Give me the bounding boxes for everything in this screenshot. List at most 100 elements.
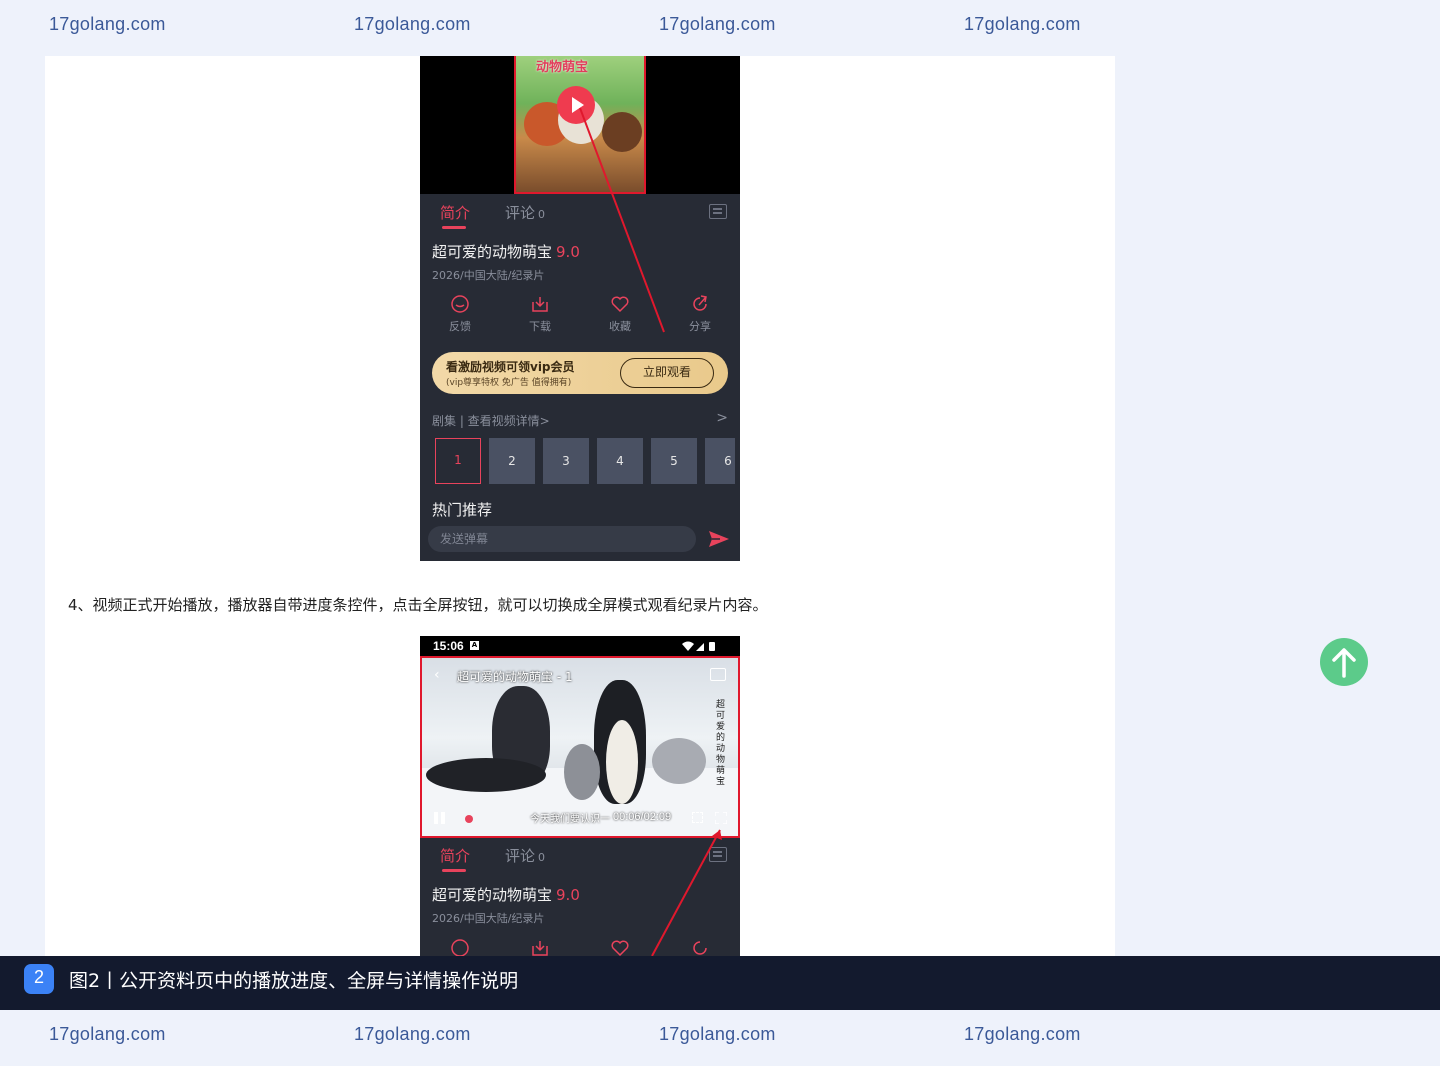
comments-count: 0 [538, 851, 546, 864]
arrow-up-icon [1332, 648, 1356, 678]
tab-comments-label: 评论 [505, 204, 536, 222]
back-to-top-button[interactable] [1320, 638, 1368, 686]
figure-caption: 图2丨公开资料页中的播放进度、全屏与详情操作说明 [69, 970, 519, 992]
episode-item[interactable]: 5 [651, 438, 697, 484]
player-title: 超可爱的动物萌宝 - 1 [457, 670, 573, 684]
penguin-chick-image [564, 744, 600, 800]
episode-item[interactable]: 6 [705, 438, 735, 484]
watermark-bar-bottom: 17golang.com 17golang.com 17golang.com 1… [0, 1010, 1440, 1066]
download-icon [532, 297, 548, 312]
heart-icon [611, 940, 629, 956]
figure-caption-bar: 2 图2丨公开资料页中的播放进度、全屏与详情操作说明 [0, 956, 1440, 1010]
rotate-icon[interactable] [692, 812, 703, 823]
download-button[interactable]: 下载 [510, 294, 570, 334]
message-icon[interactable] [709, 204, 727, 219]
detail-tabs: 简介 评论 0 [420, 839, 740, 873]
article-content: 动物萌宝 简介 评论 0 超可爱的动物萌宝 9.0 2026/中国大陆/纪录片 反馈 [45, 56, 1115, 956]
watermark-text: 17golang.com [49, 1024, 166, 1044]
vip-banner[interactable]: 看激励视频可领vip会员 (vip尊享特权 免广告 值得拥有) 立即观看 [432, 352, 728, 394]
tab-intro[interactable]: 简介 [440, 845, 470, 872]
bear-cub-image [602, 112, 642, 152]
download-label: 下载 [529, 320, 551, 333]
status-bar: 15:06 A [420, 636, 740, 656]
watch-now-button[interactable]: 立即观看 [620, 358, 714, 388]
app-screenshot-detail: 动物萌宝 简介 评论 0 超可爱的动物萌宝 9.0 2026/中国大陆/纪录片 反馈 [420, 56, 740, 561]
play-button[interactable] [557, 86, 595, 124]
action-row [420, 938, 740, 956]
episode-item[interactable]: 2 [489, 438, 535, 484]
vip-subtitle: (vip尊享特权 免广告 值得拥有) [446, 378, 572, 388]
app-screenshot-playing: 15:06 A ‹ 超可爱的动物萌宝 - 1 超可爱的动物萌宝 今天我们要认识一… [420, 636, 740, 956]
send-icon[interactable] [708, 530, 730, 548]
status-badge: A [470, 641, 479, 650]
detail-tabs: 简介 评论 0 [420, 196, 740, 230]
share-label: 分享 [689, 320, 711, 333]
share-icon [693, 295, 707, 311]
score: 9.0 [556, 886, 580, 904]
favorite-label: 收藏 [609, 320, 631, 333]
episodes-header[interactable]: 剧集 | 查看视频详情> [432, 412, 550, 429]
share-icon [693, 941, 707, 955]
tab-comments-label: 评论 [505, 847, 536, 865]
watermark-text: 17golang.com [354, 1024, 471, 1044]
tab-intro[interactable]: 简介 [440, 202, 470, 229]
video-meta: 2026/中国大陆/纪录片 [432, 269, 545, 282]
cast-icon[interactable] [710, 668, 726, 681]
heart-icon [611, 296, 629, 313]
video-title: 超可爱的动物萌宝 [432, 886, 553, 904]
feedback-icon [451, 939, 469, 956]
vertical-watermark: 超可爱的动物萌宝 [716, 700, 726, 787]
subtitle-text: 今天我们要认识一 [530, 814, 610, 825]
feedback-button[interactable] [430, 938, 490, 956]
video-player[interactable]: 动物萌宝 [420, 56, 740, 194]
share-button[interactable] [670, 938, 730, 956]
tab-comments[interactable]: 评论 0 [505, 845, 545, 866]
back-icon[interactable]: ‹ [434, 667, 440, 683]
feedback-button[interactable]: 反馈 [430, 294, 490, 334]
share-button[interactable]: 分享 [670, 294, 730, 334]
figure-number-badge: 2 [24, 964, 54, 994]
watermark-text: 17golang.com [964, 1024, 1081, 1044]
episode-item[interactable]: 4 [597, 438, 643, 484]
watermark-text: 17golang.com [659, 14, 776, 34]
signal-battery-icon [682, 641, 715, 651]
episodes-arrow[interactable]: > [716, 410, 728, 426]
watermark-text: 17golang.com [659, 1024, 776, 1044]
episode-list: 1 2 3 4 5 6 [435, 438, 735, 484]
video-meta: 2026/中国大陆/纪录片 [432, 912, 545, 925]
pause-icon[interactable] [434, 812, 446, 824]
favorite-button[interactable]: 收藏 [590, 294, 650, 334]
poster-title: 动物萌宝 [536, 60, 589, 75]
penguin-belly [606, 720, 638, 804]
video-title-line: 超可爱的动物萌宝 9.0 [432, 884, 580, 905]
episode-item[interactable]: 3 [543, 438, 589, 484]
video-title: 超可爱的动物萌宝 [432, 243, 553, 261]
step-instruction: 4、视频正式开始播放，播放器自带进度条控件，点击全屏按钮，就可以切换成全屏模式观… [68, 596, 768, 614]
video-poster[interactable]: 动物萌宝 [514, 56, 646, 194]
watermark-text: 17golang.com [49, 14, 166, 34]
hot-recommend-title: 热门推荐 [432, 501, 493, 519]
score: 9.0 [556, 243, 580, 261]
episode-item[interactable]: 1 [435, 438, 481, 484]
progress-handle[interactable] [465, 815, 473, 823]
penguin-chick-image [652, 738, 706, 784]
vip-title: 看激励视频可领vip会员 [446, 360, 575, 374]
watermark-text: 17golang.com [964, 14, 1081, 34]
video-player-playing[interactable]: ‹ 超可爱的动物萌宝 - 1 超可爱的动物萌宝 今天我们要认识一 00:06/0… [420, 656, 740, 838]
message-icon[interactable] [709, 847, 727, 862]
watermark-bar-top: 17golang.com 17golang.com 17golang.com 1… [0, 0, 1440, 56]
danmaku-input[interactable]: 发送弹幕 [428, 526, 696, 552]
action-row: 反馈 下载 收藏 分享 [420, 294, 740, 338]
watermark-text: 17golang.com [354, 14, 471, 34]
fullscreen-icon[interactable] [715, 812, 727, 824]
feedback-label: 反馈 [449, 320, 471, 333]
feedback-icon [451, 295, 469, 313]
player-controls: 今天我们要认识一 00:06/02:09 [422, 808, 738, 836]
comments-count: 0 [538, 208, 546, 221]
download-icon [532, 941, 548, 956]
favorite-button[interactable] [590, 938, 650, 956]
tab-comments[interactable]: 评论 0 [505, 202, 545, 223]
time-display: 00:06/02:09 [613, 811, 672, 823]
download-button[interactable] [510, 938, 570, 956]
status-time: 15:06 [433, 639, 464, 653]
